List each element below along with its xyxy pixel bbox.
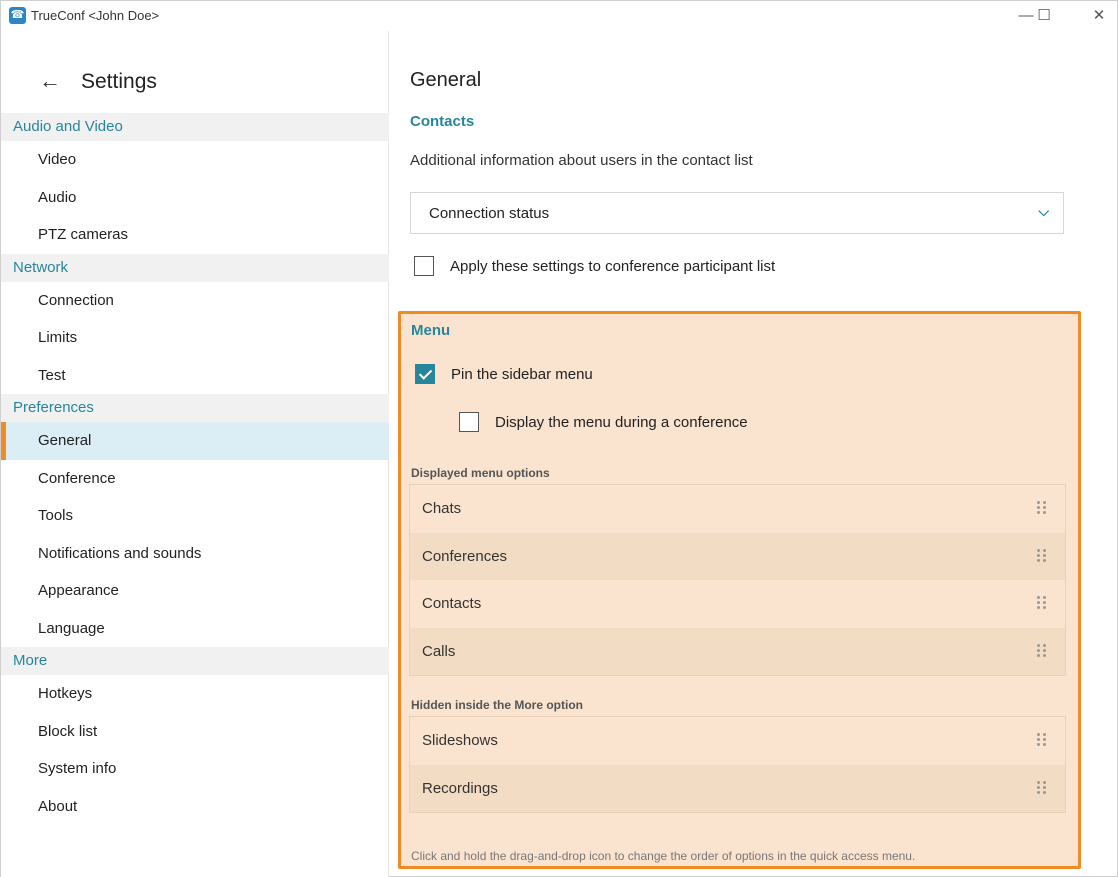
hidden-options-list: Slideshows Recordings [409,716,1066,813]
pin-sidebar-row[interactable]: Pin the sidebar menu [415,364,593,384]
menu-option-recordings[interactable]: Recordings [410,764,1065,812]
nav-section-network: Network [1,253,389,282]
apply-to-participants-row[interactable]: Apply these settings to conference parti… [414,256,775,276]
menu-option-label: Chats [422,500,462,517]
drag-handle-icon[interactable] [1037,780,1046,795]
sidebar-item-ptz-cameras[interactable]: PTZ cameras [1,216,389,254]
trueconf-logo-icon: ☎ [9,7,26,24]
displayed-options-list: Chats Conferences Contacts Calls [409,484,1066,676]
sidebar-item-language[interactable]: Language [1,610,389,648]
pin-sidebar-label: Pin the sidebar menu [451,365,593,383]
menu-option-label: Conferences [422,547,508,565]
page-title: General [410,69,482,91]
sidebar-title: Settings [81,70,157,93]
menu-settings-panel: Menu Pin the sidebar menu Display the me… [398,311,1081,869]
menu-option-label: Recordings [422,779,498,797]
menu-section-title: Menu [411,322,451,339]
chevron-down-icon: ⌵ [1038,203,1049,219]
sidebar-item-audio[interactable]: Audio [1,179,389,217]
apply-to-participants-label: Apply these settings to conference parti… [450,257,776,275]
nav-section-more: More [1,647,389,675]
contacts-section-title: Contacts [410,113,475,130]
select-value: Connection status [429,205,550,222]
menu-option-label: Slideshows [422,732,498,749]
drag-handle-icon[interactable] [1037,733,1046,747]
sidebar-item-conference[interactable]: Conference [1,460,389,498]
displayed-options-title: Displayed menu options [411,466,550,480]
hidden-options-title: Hidden inside the More option [411,698,583,712]
sidebar-item-system-info[interactable]: System info [1,750,389,788]
sidebar-item-general[interactable]: General [1,422,389,460]
drag-handle-icon[interactable] [1037,643,1046,658]
drag-hint: Click and hold the drag-and-drop icon to… [411,849,916,863]
sidebar-item-about[interactable]: About [1,788,389,826]
title-bar: ☎ TrueConf <John Doe> — ☐ ✕ [1,1,1117,31]
sidebar-item-test[interactable]: Test [1,357,389,395]
sidebar-item-limits[interactable]: Limits [1,319,389,357]
menu-option-slideshows[interactable]: Slideshows [410,717,1065,765]
menu-option-calls[interactable]: Calls [410,627,1065,675]
sidebar-item-tools[interactable]: Tools [1,497,389,535]
pin-sidebar-checkbox[interactable] [415,364,435,384]
drag-handle-icon[interactable] [1037,548,1046,563]
apply-to-participants-checkbox[interactable] [414,256,434,276]
menu-option-conferences[interactable]: Conferences [410,532,1065,580]
close-button[interactable]: ✕ [1084,5,1114,27]
sidebar-item-video[interactable]: Video [1,141,389,179]
maximize-button[interactable]: ☐ [1029,5,1059,27]
settings-sidebar: ← Settings Audio and Video Video Audio PTZ … [1,31,389,877]
drag-handle-icon[interactable] [1037,596,1046,610]
menu-option-label: Contacts [422,595,482,612]
app-window: ☎ TrueConf <John Doe> — ☐ ✕ ← Settings A… [0,0,1118,877]
sidebar-item-appearance[interactable]: Appearance [1,572,389,610]
window-title: TrueConf <John Doe> [31,8,160,23]
sidebar-item-connection[interactable]: Connection [1,282,389,320]
arrow-left-icon[interactable]: ← [39,68,61,94]
sidebar-item-hotkeys[interactable]: Hotkeys [1,675,389,713]
menu-option-chats[interactable]: Chats [410,485,1065,533]
main-panel: General Contacts Additional information … [390,31,1117,877]
sidebar-header: ← Settings [1,62,389,102]
display-menu-row[interactable]: Display the menu during a conference [459,412,748,432]
settings-nav: Audio and Video Video Audio PTZ cameras Netw… [1,113,389,825]
contacts-description: Additional information about users in th… [410,152,753,169]
sidebar-item-block-list[interactable]: Block list [1,713,389,751]
menu-option-label: Calls [422,642,456,660]
sidebar-item-notifications-and-sounds[interactable]: Notifications and sounds [1,535,389,573]
nav-section-preferences: Preferences [1,394,389,422]
display-menu-label: Display the menu during a conference [495,413,748,431]
drag-handle-icon[interactable] [1037,501,1046,515]
contact-info-select[interactable]: Connection status ⌵ [410,192,1064,234]
nav-section-audio-and-video: Audio and Video [1,113,389,141]
display-menu-checkbox[interactable] [459,412,479,432]
menu-option-contacts[interactable]: Contacts [410,580,1065,628]
